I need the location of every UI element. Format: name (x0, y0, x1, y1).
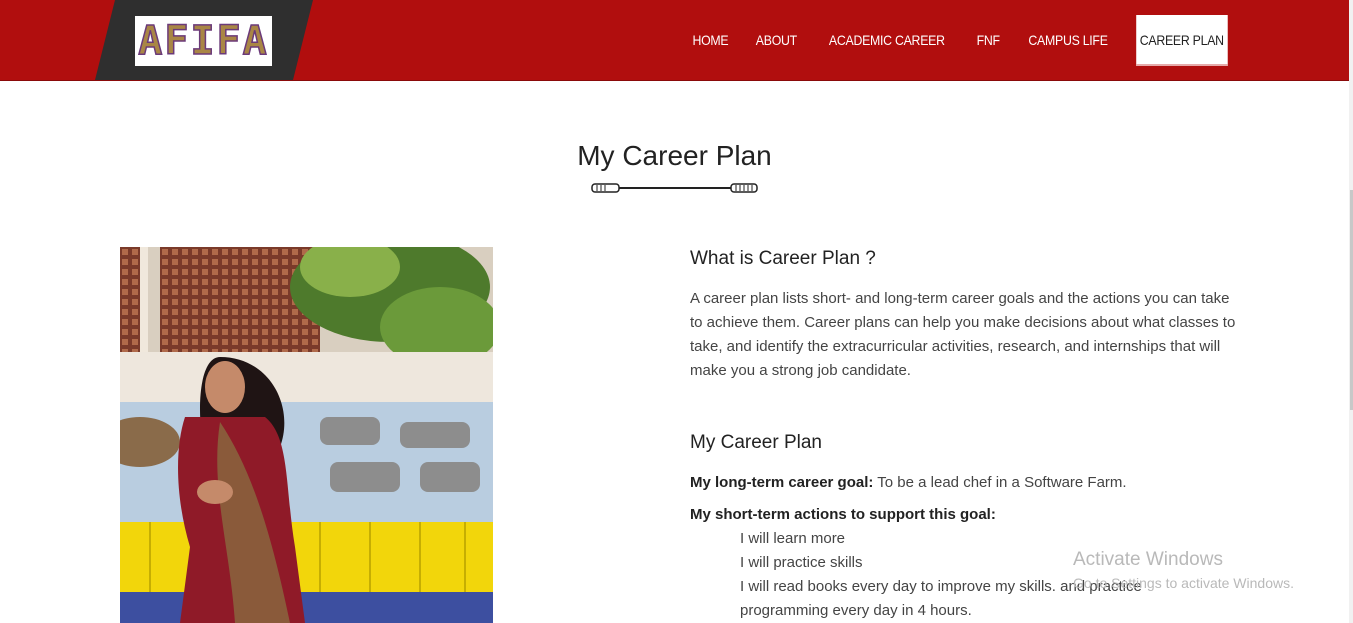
watermark-subtitle: Go to Settings to activate Windows. (1073, 575, 1294, 591)
site-logo[interactable]: AFIFA (135, 16, 272, 66)
list-item: I will learn more (740, 530, 846, 547)
watermark-title: Activate Windows (1073, 549, 1223, 570)
nav-fnf[interactable]: FNF (967, 15, 1010, 66)
nav-campus-life[interactable]: CAMPUS LIFE (1019, 15, 1118, 66)
nav-career-plan[interactable]: CAREER PLAN (1136, 15, 1228, 66)
logo-text: AFIFA (138, 17, 269, 65)
nav-academic-career[interactable]: ACADEMIC CAREER (820, 15, 955, 66)
what-is-career-plan-text: A career plan lists short- and long-term… (690, 290, 1236, 379)
activate-windows-watermark: Activate Windows Go to Settings to activ… (1073, 549, 1294, 591)
page-scrollbar[interactable] (1349, 0, 1353, 623)
page-title: My Career Plan (577, 140, 772, 171)
short-term-actions-label: My short-term actions to support this go… (690, 506, 996, 523)
long-term-goal-label: My long-term career goal: (690, 474, 874, 491)
main-nav: HOME ABOUT ACADEMIC CAREER FNF CAMPUS LI… (679, 15, 1234, 66)
nav-about[interactable]: ABOUT (746, 15, 806, 66)
profile-photo (120, 247, 493, 623)
long-term-goal: My long-term career goal: To be a lead c… (690, 474, 1127, 491)
short-term-actions: My short-term actions to support this go… (690, 506, 996, 523)
my-career-plan-heading: My Career Plan (690, 432, 822, 453)
what-is-career-plan-heading: What is Career Plan ? (690, 248, 876, 269)
title-divider-icon (591, 183, 758, 193)
long-term-goal-value: To be a lead chef in a Software Farm. (877, 474, 1127, 491)
top-navbar: AFIFA HOME ABOUT ACADEMIC CAREER FNF CAM… (0, 0, 1349, 81)
nav-home[interactable]: HOME (683, 15, 738, 66)
